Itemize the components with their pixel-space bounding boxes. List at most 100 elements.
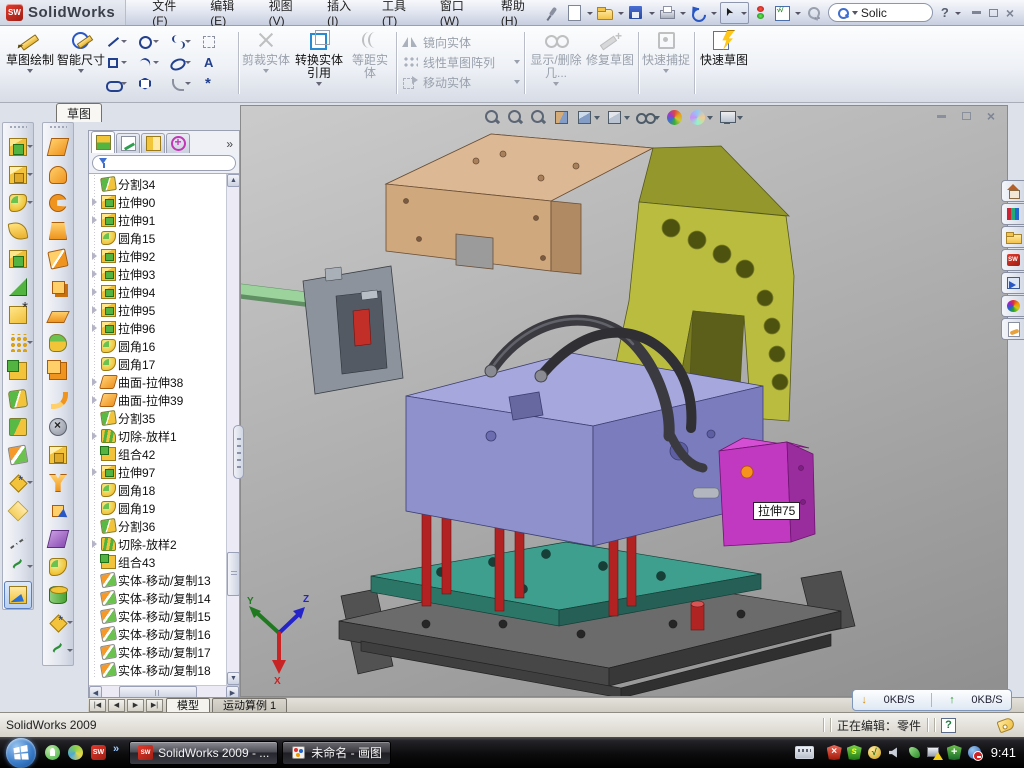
expand-arrow[interactable] xyxy=(90,301,99,319)
expand-arrow[interactable] xyxy=(90,211,99,229)
instant3d[interactable] xyxy=(4,581,32,609)
hud-icon[interactable] xyxy=(719,109,736,126)
boundary-surface[interactable] xyxy=(44,245,72,273)
quick-launch-messenger-icon[interactable] xyxy=(44,744,61,761)
sketch-entity-button[interactable] xyxy=(138,55,170,70)
search-box[interactable]: Solic xyxy=(828,3,933,22)
revolved-surface[interactable] xyxy=(44,161,72,189)
expand-arrow[interactable] xyxy=(90,571,99,589)
task-pane-tab[interactable] xyxy=(1001,203,1024,225)
command-tab[interactable]: 草图 xyxy=(56,103,102,122)
sketch-entity-button[interactable] xyxy=(170,76,202,91)
sketch-entity-icon[interactable] xyxy=(170,35,184,49)
new-document-icon[interactable] xyxy=(565,4,583,22)
task-window-button[interactable]: SolidWorks 2009 - ... xyxy=(129,741,278,765)
sketch-entity-button[interactable] xyxy=(202,55,234,70)
hud-button[interactable] xyxy=(553,109,570,126)
restore-button[interactable] xyxy=(989,9,998,17)
hud-button[interactable] xyxy=(666,109,683,126)
combine[interactable] xyxy=(4,413,32,441)
model-tab[interactable]: 运动算例 1 xyxy=(212,698,287,712)
save-caret[interactable] xyxy=(648,4,655,22)
hud-button[interactable] xyxy=(507,109,524,126)
tree-item[interactable]: 圆角19 xyxy=(89,499,226,517)
sketch-entity-icon[interactable] xyxy=(170,56,184,70)
sketch-entity-caret[interactable] xyxy=(153,40,159,43)
hud-caret[interactable] xyxy=(624,116,630,120)
security-red[interactable] xyxy=(827,745,842,760)
quick-launch-browser-icon[interactable] xyxy=(67,744,84,761)
scroll-thumb[interactable] xyxy=(227,552,239,596)
sketch-entity-caret[interactable] xyxy=(121,61,127,64)
trim-surface[interactable] xyxy=(44,525,72,553)
expand-arrow[interactable] xyxy=(90,409,99,427)
expand-arrow[interactable] xyxy=(90,589,99,607)
network-warning[interactable] xyxy=(927,745,942,760)
task-pane-tab[interactable] xyxy=(1001,249,1024,271)
replace-face[interactable] xyxy=(44,441,72,469)
knit-surface[interactable] xyxy=(44,329,72,357)
sketch-entity-caret[interactable] xyxy=(121,40,127,43)
tree-item[interactable]: 组合43 xyxy=(89,553,226,571)
tree-item[interactable]: 拉伸96 xyxy=(89,319,226,337)
open-document-caret[interactable] xyxy=(617,4,624,22)
reference-geometry[interactable] xyxy=(4,469,32,497)
swept-surface[interactable] xyxy=(44,133,72,161)
sketch-entity-icon[interactable] xyxy=(170,77,184,91)
hud-button[interactable] xyxy=(530,109,547,126)
fillet[interactable] xyxy=(4,189,32,217)
tree-item[interactable]: 实体-移动/复制17 xyxy=(89,643,226,661)
print-icon[interactable] xyxy=(658,4,676,22)
swept-boss[interactable] xyxy=(4,217,32,245)
tree-item[interactable]: 拉伸92 xyxy=(89,247,226,265)
start-button[interactable] xyxy=(6,738,36,768)
quick-tips-icon[interactable] xyxy=(804,4,822,22)
select-tool-group[interactable] xyxy=(720,2,749,24)
sketch-entity-icon[interactable] xyxy=(138,77,152,91)
search-input[interactable]: Solic xyxy=(861,6,887,20)
tree-item[interactable]: 实体-移动/复制15 xyxy=(89,607,226,625)
help-button[interactable]: ? xyxy=(939,5,951,20)
close-button[interactable]: × xyxy=(1006,8,1014,18)
delete-face[interactable] xyxy=(44,413,72,441)
tree-filter-box[interactable] xyxy=(92,155,236,171)
tree-item[interactable]: 组合42 xyxy=(89,445,226,463)
part-red-cylinder[interactable] xyxy=(691,601,704,630)
input-keyboard-icon[interactable] xyxy=(795,746,814,759)
expand-arrow[interactable] xyxy=(90,193,99,211)
property-manager-tab[interactable] xyxy=(116,133,140,153)
dimxpert-manager-tab[interactable] xyxy=(166,133,190,153)
minimize-button[interactable] xyxy=(972,11,981,14)
sketch-button[interactable]: 草图绘制 xyxy=(4,29,56,99)
tags-icon[interactable] xyxy=(996,717,1015,734)
tab-scroll-last-button[interactable]: ▶| xyxy=(146,699,163,712)
reference-geometry[interactable] xyxy=(44,609,72,637)
hud-button[interactable] xyxy=(689,109,713,126)
sketch-entity-button[interactable] xyxy=(106,76,138,91)
filled-surface[interactable] xyxy=(44,581,72,609)
scroll-up-button[interactable]: ▲ xyxy=(227,174,239,187)
smart-dimension-caret[interactable] xyxy=(78,69,84,73)
rapid-sketch-button[interactable]: 快速草图 xyxy=(698,29,750,99)
hud-icon[interactable] xyxy=(507,109,524,126)
doc-restore-button[interactable] xyxy=(962,112,971,120)
tab-scroll-first-button[interactable]: |◀ xyxy=(89,699,106,712)
hud-button[interactable] xyxy=(484,109,501,126)
linear-pattern[interactable] xyxy=(4,329,32,357)
model-render[interactable] xyxy=(241,106,1008,697)
tree-item[interactable]: 圆角18 xyxy=(89,481,226,499)
sketch-entity-button[interactable] xyxy=(138,76,170,91)
part-side-block[interactable] xyxy=(719,438,815,546)
open-document-icon[interactable] xyxy=(596,4,614,22)
tree-item[interactable]: 实体-移动/复制16 xyxy=(89,625,226,643)
offset-surface[interactable] xyxy=(44,273,72,301)
expand-arrow[interactable] xyxy=(90,553,99,571)
task-pane-tab[interactable] xyxy=(1001,226,1024,248)
new-document-caret[interactable] xyxy=(586,4,593,22)
design-checker-icon[interactable] xyxy=(773,4,791,22)
hud-icon[interactable] xyxy=(636,109,653,126)
help-caret[interactable] xyxy=(954,4,961,22)
expand-arrow[interactable] xyxy=(90,175,99,193)
tab-scroll-right-button[interactable]: ▶ xyxy=(127,699,144,712)
expand-arrow[interactable] xyxy=(90,265,99,283)
